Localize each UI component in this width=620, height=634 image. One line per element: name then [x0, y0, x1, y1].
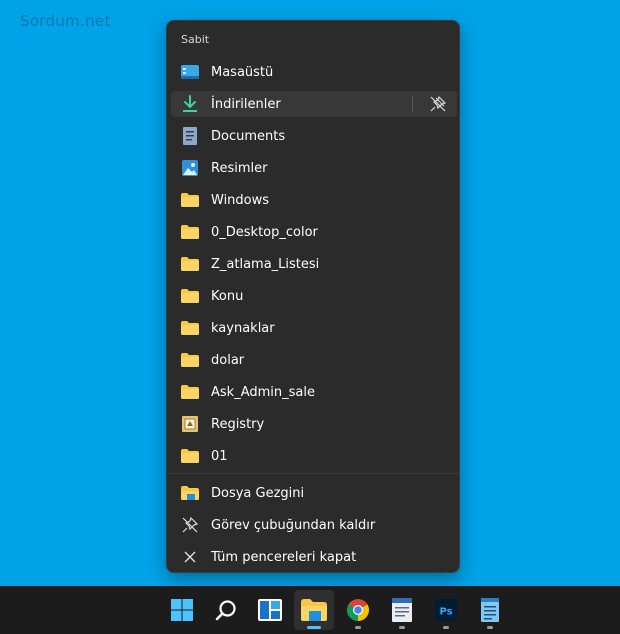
jump-item-label: İndirilenler — [211, 96, 281, 112]
taskbar-search-button[interactable] — [206, 590, 246, 630]
registry-icon — [181, 415, 199, 433]
jump-item-folder[interactable]: Ask_Admin_sale — [171, 379, 457, 405]
jump-item-downloads[interactable]: İndirilenler — [171, 91, 457, 117]
taskbar-widgets-button[interactable] — [250, 590, 290, 630]
unpin-icon — [430, 96, 446, 112]
folder-icon — [181, 319, 199, 337]
taskbar-photoshop-button[interactable]: Ps — [426, 590, 466, 630]
unpin-from-taskbar-button[interactable]: Görev çubuğundan kaldır — [171, 512, 457, 538]
jump-item-desktop[interactable]: Masaüstü — [171, 59, 457, 85]
jump-item-label: Documents — [211, 128, 286, 144]
jump-item-pictures[interactable]: Resimler — [171, 155, 457, 181]
close-all-windows-button[interactable]: Tüm pencereleri kapat — [171, 544, 457, 570]
action-label: Dosya Gezgini — [211, 485, 305, 501]
taskbar-file-explorer-button[interactable] — [294, 590, 334, 630]
wordpad-icon — [392, 598, 412, 622]
search-icon — [215, 600, 236, 621]
close-icon — [181, 548, 199, 566]
action-label: Görev çubuğundan kaldır — [211, 517, 376, 533]
running-indicator — [355, 626, 361, 629]
jump-item-label: Masaüstü — [211, 64, 274, 80]
open-file-explorer-button[interactable]: Dosya Gezgini — [171, 480, 457, 506]
file-explorer-icon — [301, 599, 327, 621]
notepad-icon — [481, 598, 499, 622]
jump-item-folder[interactable]: Z_atlama_Listesi — [171, 251, 457, 277]
running-indicator — [399, 626, 405, 629]
jump-item-label: kaynaklar — [211, 320, 275, 336]
watermark: Sordum.net — [20, 12, 111, 30]
jump-item-folder[interactable]: 01 — [171, 443, 457, 469]
section-title-pinned: Sabit — [181, 33, 210, 46]
taskbar: Ps — [0, 586, 620, 634]
unpin-icon — [181, 516, 199, 534]
pin-separator — [412, 96, 413, 112]
jump-list-menu: Sabit Masaüstü İndirilenler Documents Re… — [166, 20, 460, 573]
jump-item-documents[interactable]: Documents — [171, 123, 457, 149]
jump-item-label: 0_Desktop_color — [211, 224, 318, 240]
folder-icon — [181, 447, 199, 465]
taskbar-start-button[interactable] — [162, 590, 202, 630]
taskbar-chrome-button[interactable] — [338, 590, 378, 630]
jump-item-label: Windows — [211, 192, 270, 208]
action-label: Tüm pencereleri kapat — [211, 549, 357, 565]
windows-start-icon — [171, 599, 193, 621]
jump-item-label: Konu — [211, 288, 244, 304]
photoshop-icon: Ps — [435, 599, 457, 621]
svg-text:Ps: Ps — [439, 607, 452, 618]
folder-icon — [181, 255, 199, 273]
active-indicator — [307, 626, 321, 629]
chrome-icon — [347, 599, 369, 621]
jump-item-label: Z_atlama_Listesi — [211, 256, 320, 272]
jump-item-folder[interactable]: 0_Desktop_color — [171, 219, 457, 245]
running-indicator — [487, 626, 493, 629]
jump-item-folder[interactable]: Windows — [171, 187, 457, 213]
jump-item-label: Registry — [211, 416, 265, 432]
jump-item-folder[interactable]: Konu — [171, 283, 457, 309]
menu-divider — [167, 473, 459, 474]
documents-icon — [181, 127, 199, 145]
folder-icon — [181, 287, 199, 305]
file-explorer-icon — [181, 484, 199, 502]
unpin-from-list-button[interactable] — [427, 94, 449, 114]
jump-item-folder[interactable]: dolar — [171, 347, 457, 373]
folder-icon — [181, 383, 199, 401]
folder-icon — [181, 223, 199, 241]
jump-item-label: dolar — [211, 352, 245, 368]
jump-item-registry[interactable]: Registry — [171, 411, 457, 437]
taskbar-wordpad-button[interactable] — [382, 590, 422, 630]
jump-item-label: 01 — [211, 448, 228, 464]
pictures-icon — [181, 159, 199, 177]
jump-item-label: Resimler — [211, 160, 268, 176]
downloads-icon — [181, 95, 199, 113]
jump-item-label: Ask_Admin_sale — [211, 384, 315, 400]
running-indicator — [443, 626, 449, 629]
jump-item-folder[interactable]: kaynaklar — [171, 315, 457, 341]
taskbar-notepad-button[interactable] — [470, 590, 510, 630]
folder-icon — [181, 191, 199, 209]
folder-icon — [181, 351, 199, 369]
widgets-icon — [258, 599, 282, 621]
desktop-icon — [181, 63, 199, 81]
